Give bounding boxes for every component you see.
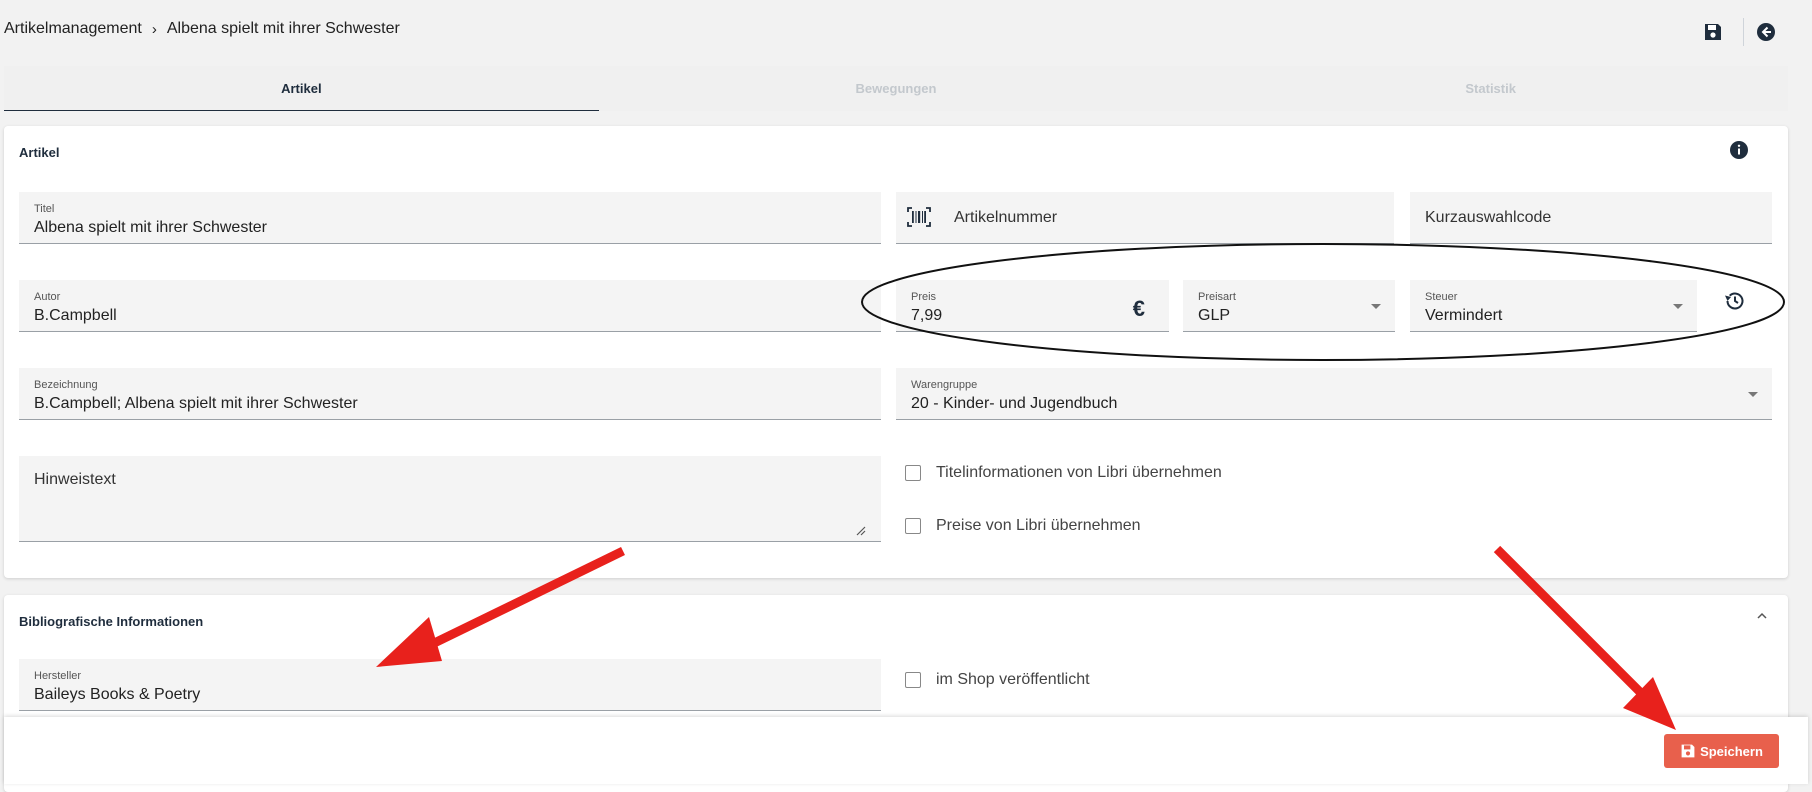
kurzauswahlcode-field[interactable]: Kurzauswahlcode xyxy=(1410,192,1772,244)
chevron-down-icon xyxy=(1748,391,1758,397)
breadcrumb-root[interactable]: Artikelmanagement xyxy=(4,20,142,38)
barcode-icon[interactable] xyxy=(907,207,931,227)
euro-icon: € xyxy=(1132,296,1145,321)
autor-value: B.Campbell xyxy=(34,307,117,324)
autor-label: Autor xyxy=(34,291,61,303)
titel-value: Albena spielt mit ihrer Schwester xyxy=(34,219,267,236)
hersteller-value: Baileys Books & Poetry xyxy=(34,686,201,703)
titel-label: Titel xyxy=(34,203,55,215)
preis-value: 7,99 xyxy=(911,307,943,324)
breadcrumb-separator: › xyxy=(151,20,157,38)
kurzauswahlcode-placeholder: Kurzauswahlcode xyxy=(1425,208,1552,226)
artikelnummer-placeholder: Artikelnummer xyxy=(954,208,1058,226)
bezeichnung-field[interactable]: Bezeichnung B.Campbell; Albena spielt mi… xyxy=(19,368,881,420)
chevron-up-icon[interactable] xyxy=(1755,609,1769,623)
resize-handle-icon[interactable] xyxy=(856,526,866,536)
titelinfo-checkbox-label: Titelinformationen von Libri übernehmen xyxy=(936,464,1222,481)
tab-statistik[interactable]: Statistik xyxy=(1193,66,1788,111)
breadcrumb-current: Albena spielt mit ihrer Schwester xyxy=(166,20,400,37)
warengruppe-value: 20 - Kinder- und Jugendbuch xyxy=(911,395,1118,412)
breadcrumb: Artikelmanagement › Albena spielt mit ih… xyxy=(4,20,400,38)
info-icon xyxy=(1730,141,1748,159)
preis-field[interactable]: Preis 7,99 € xyxy=(896,280,1169,332)
preis-label: Preis xyxy=(911,291,937,303)
hinweistext-placeholder: Hinweistext xyxy=(34,471,116,488)
hinweistext-textarea[interactable]: Hinweistext xyxy=(19,456,881,542)
tab-bar: Artikel Bewegungen Statistik xyxy=(4,66,1788,111)
history-icon xyxy=(1725,292,1744,310)
save-button[interactable]: Speichern xyxy=(1664,734,1779,768)
titel-field[interactable]: Titel Albena spielt mit ihrer Schwester xyxy=(19,192,881,244)
steuer-select[interactable]: Steuer Vermindert xyxy=(1410,280,1697,332)
chevron-down-icon xyxy=(1673,303,1683,309)
header-divider xyxy=(1743,18,1744,46)
price-history-button[interactable] xyxy=(1723,289,1747,313)
back-button[interactable] xyxy=(1752,18,1780,46)
biblio-card-title: Bibliografische Informationen xyxy=(19,614,204,629)
preisart-select[interactable]: Preisart GLP xyxy=(1183,280,1395,332)
steuer-label: Steuer xyxy=(1425,291,1458,303)
warengruppe-select[interactable]: Warengruppe 20 - Kinder- und Jugendbuch xyxy=(896,368,1772,420)
preise-checkbox-row[interactable]: Preise von Libri übernehmen xyxy=(905,517,1141,535)
autor-field[interactable]: Autor B.Campbell xyxy=(19,280,881,332)
shop-checkbox[interactable] xyxy=(905,672,921,688)
titelinfo-checkbox-row[interactable]: Titelinformationen von Libri übernehmen xyxy=(905,464,1222,482)
artikel-card-title: Artikel xyxy=(19,145,60,160)
tab-artikel[interactable]: Artikel xyxy=(4,66,599,111)
shop-checkbox-label: im Shop veröffentlicht xyxy=(936,671,1090,688)
arrow-left-circle-icon xyxy=(1757,23,1775,41)
info-button[interactable] xyxy=(1729,140,1749,160)
tab-bewegungen[interactable]: Bewegungen xyxy=(599,66,1194,111)
artikelnummer-field[interactable]: Artikelnummer xyxy=(896,192,1394,244)
floppy-disk-icon xyxy=(1705,24,1721,40)
shop-checkbox-row[interactable]: im Shop veröffentlicht xyxy=(905,671,1090,689)
preisart-value: GLP xyxy=(1198,307,1231,324)
preisart-label: Preisart xyxy=(1198,291,1236,303)
save-icon-button[interactable] xyxy=(1699,18,1727,46)
hersteller-label: Hersteller xyxy=(34,670,82,682)
preise-checkbox-label: Preise von Libri übernehmen xyxy=(936,517,1141,534)
titelinfo-checkbox[interactable] xyxy=(905,465,921,481)
artikel-card: Artikel Titel Albena spielt mit ihrer Sc… xyxy=(4,126,1788,578)
chevron-down-icon xyxy=(1371,303,1381,309)
warengruppe-label: Warengruppe xyxy=(911,379,978,391)
save-button-label: Speichern xyxy=(1700,743,1763,759)
bezeichnung-value: B.Campbell; Albena spielt mit ihrer Schw… xyxy=(34,395,358,412)
hersteller-field[interactable]: Hersteller Baileys Books & Poetry xyxy=(19,659,881,711)
steuer-value: Vermindert xyxy=(1425,307,1503,324)
footer-bar: Speichern xyxy=(4,717,1808,784)
floppy-disk-icon xyxy=(1681,744,1695,758)
preise-checkbox[interactable] xyxy=(905,518,921,534)
bezeichnung-label: Bezeichnung xyxy=(34,379,98,391)
